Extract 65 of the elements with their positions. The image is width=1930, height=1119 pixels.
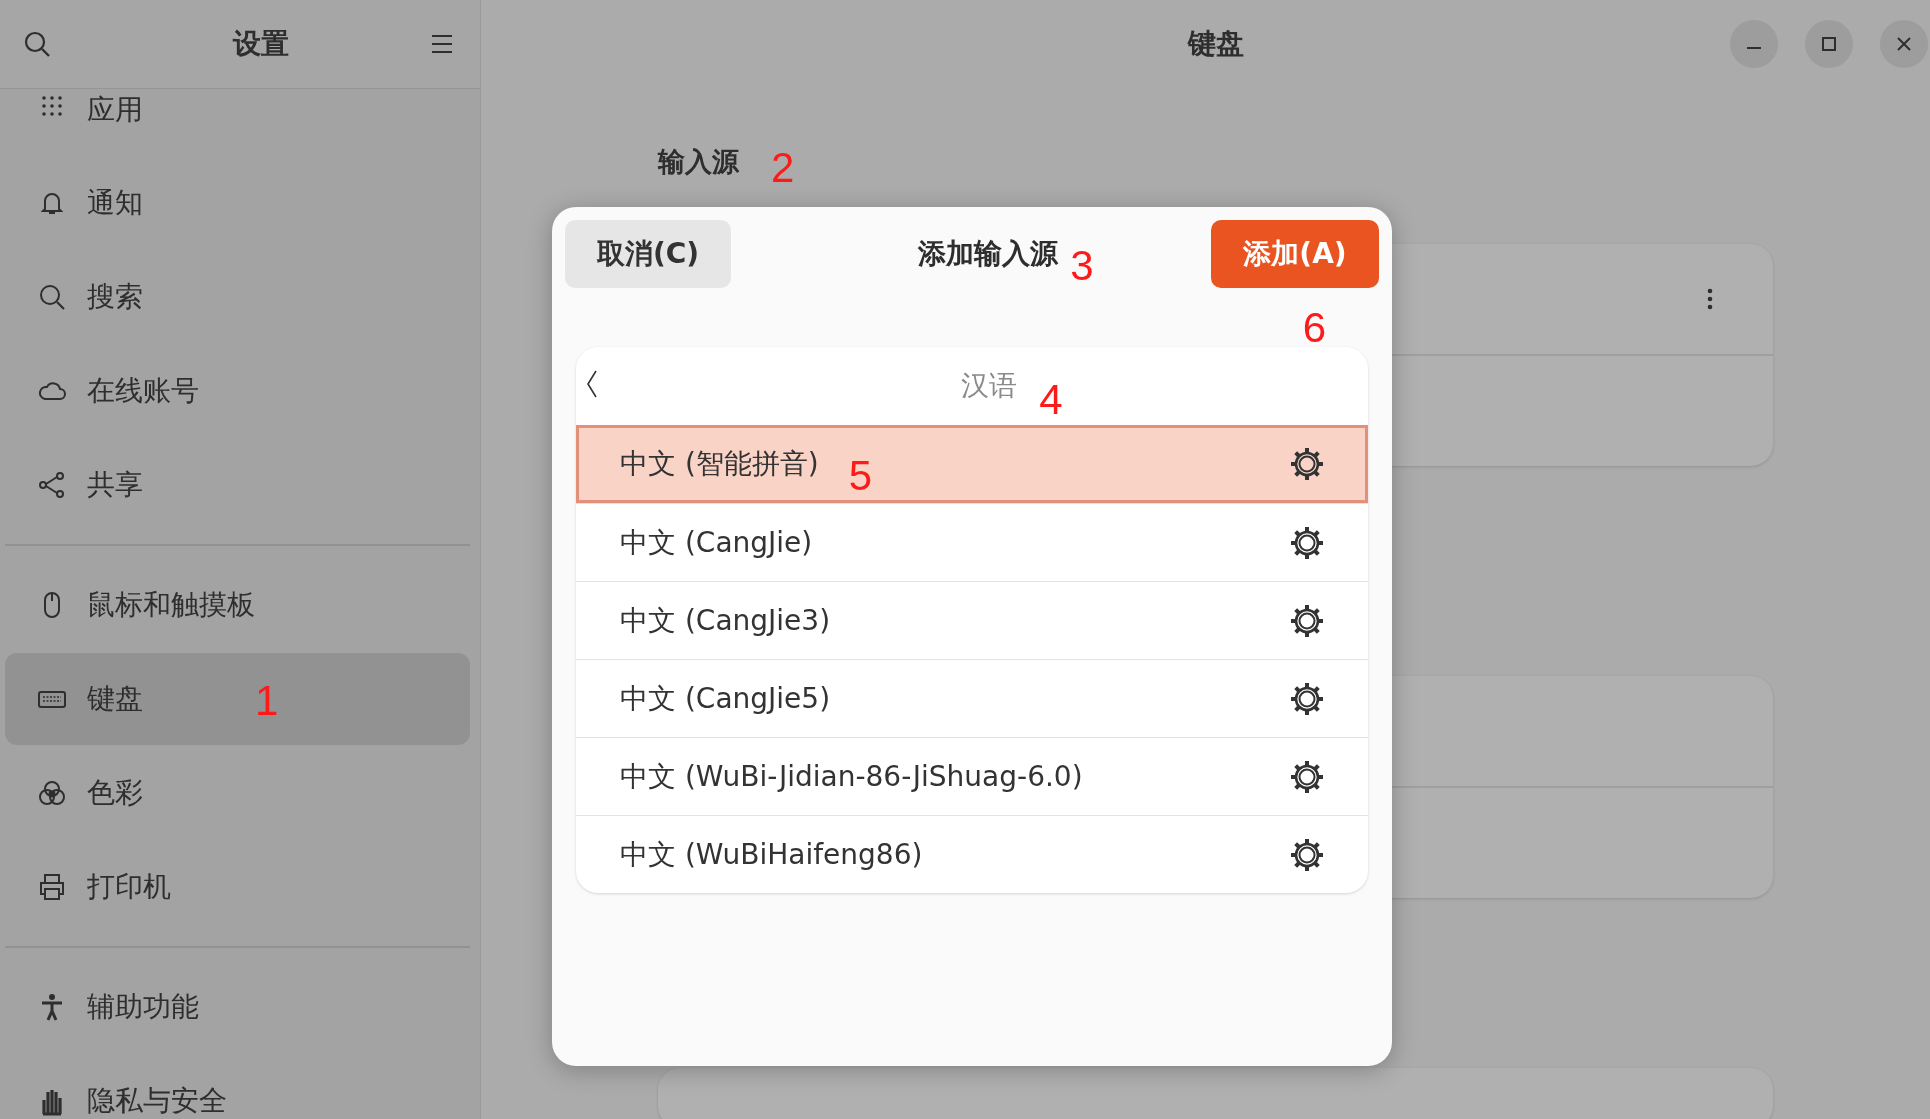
annotation-number: 1	[255, 680, 279, 722]
list-heading: 汉语	[961, 368, 1018, 404]
minimize-icon	[1747, 47, 1761, 49]
sidebar-item[interactable]: 共享	[5, 439, 470, 531]
maximize-icon	[1819, 34, 1839, 54]
input-source-row[interactable]: 中文 (CangJie)	[576, 503, 1368, 581]
input-source-row[interactable]: 中文 (CangJie5)	[576, 659, 1368, 737]
printer-icon	[37, 872, 67, 902]
sidebar-label: 隐私与安全	[87, 1083, 227, 1119]
annotation-number: 6	[1302, 307, 1326, 349]
sidebar-item[interactable]: 搜索	[5, 251, 470, 343]
search-icon[interactable]	[22, 29, 52, 59]
sidebar-label: 色彩	[87, 775, 143, 811]
back-icon[interactable]	[586, 369, 598, 399]
input-source-label: 中文 (WuBiHaifeng86)	[620, 836, 923, 873]
sidebar-item[interactable]: 应用	[5, 89, 470, 155]
input-source-row[interactable]: 中文 (智能拼音) 5	[576, 425, 1368, 503]
section-title: 输入源	[658, 145, 739, 179]
add-button[interactable]: 添加(A)	[1211, 220, 1379, 288]
settings-icon[interactable]	[1290, 759, 1324, 794]
settings-icon[interactable]	[1290, 525, 1324, 560]
sidebar-label: 键盘	[87, 681, 143, 717]
sidebar-title: 设置	[233, 26, 289, 62]
settings-icon[interactable]	[1290, 447, 1324, 481]
share-icon	[37, 470, 67, 500]
maximize-button[interactable]	[1805, 20, 1853, 68]
sidebar-label: 搜索	[87, 279, 143, 315]
input-source-row[interactable]: 中文 (WuBi-Jidian-86-JiShuag-6.0)	[576, 737, 1368, 815]
sidebar-label: 应用	[87, 92, 143, 128]
annotation-number: 2	[771, 147, 795, 189]
input-source-label: 中文 (CangJie3)	[620, 602, 831, 639]
more-options-icon[interactable]	[1707, 288, 1713, 310]
sidebar-label: 辅助功能	[87, 989, 199, 1025]
sidebar-label: 通知	[87, 185, 143, 221]
sidebar-item[interactable]: 色彩	[5, 747, 470, 839]
sidebar-label: 打印机	[87, 869, 171, 905]
color-circles-icon	[37, 778, 67, 808]
sidebar-item[interactable]: 在线账号	[5, 345, 470, 437]
search-icon	[37, 282, 67, 312]
sidebar-label: 鼠标和触摸板	[87, 587, 255, 623]
settings-icon[interactable]	[1290, 837, 1324, 872]
sidebar-label: 共享	[87, 467, 143, 503]
settings-icon[interactable]	[1290, 681, 1324, 716]
annotation-number: 4	[1039, 379, 1063, 421]
sidebar-item[interactable]: 鼠标和触摸板	[5, 559, 470, 651]
input-source-label: 中文 (智能拼音)	[620, 446, 819, 482]
sidebar-item[interactable]: 通知	[5, 157, 470, 249]
sidebar-label: 在线账号	[87, 373, 199, 409]
sidebar-item[interactable]: 辅助功能	[5, 961, 470, 1053]
input-source-row[interactable]: 中文 (CangJie3)	[576, 581, 1368, 659]
menu-icon[interactable]	[430, 32, 454, 56]
cancel-button[interactable]: 取消(C)	[565, 220, 731, 288]
input-source-row[interactable]: 中文 (WuBiHaifeng86)	[576, 815, 1368, 893]
dialog-title: 添加输入源	[918, 236, 1059, 272]
window-title: 键盘	[1187, 26, 1244, 62]
sidebar-item[interactable]: 隐私与安全	[5, 1055, 470, 1119]
input-source-label: 中文 (CangJie5)	[620, 680, 831, 717]
close-button[interactable]	[1880, 20, 1928, 68]
input-source-label: 中文 (CangJie)	[620, 524, 813, 561]
settings-icon[interactable]	[1290, 603, 1324, 638]
input-source-label: 中文 (WuBi-Jidian-86-JiShuag-6.0)	[620, 758, 1083, 795]
annotation-number: 5	[848, 455, 873, 497]
sidebar-item[interactable]: 键盘 1	[5, 653, 470, 745]
sidebar-item[interactable]: 打印机	[5, 841, 470, 933]
annotation-number: 3	[1070, 245, 1094, 287]
